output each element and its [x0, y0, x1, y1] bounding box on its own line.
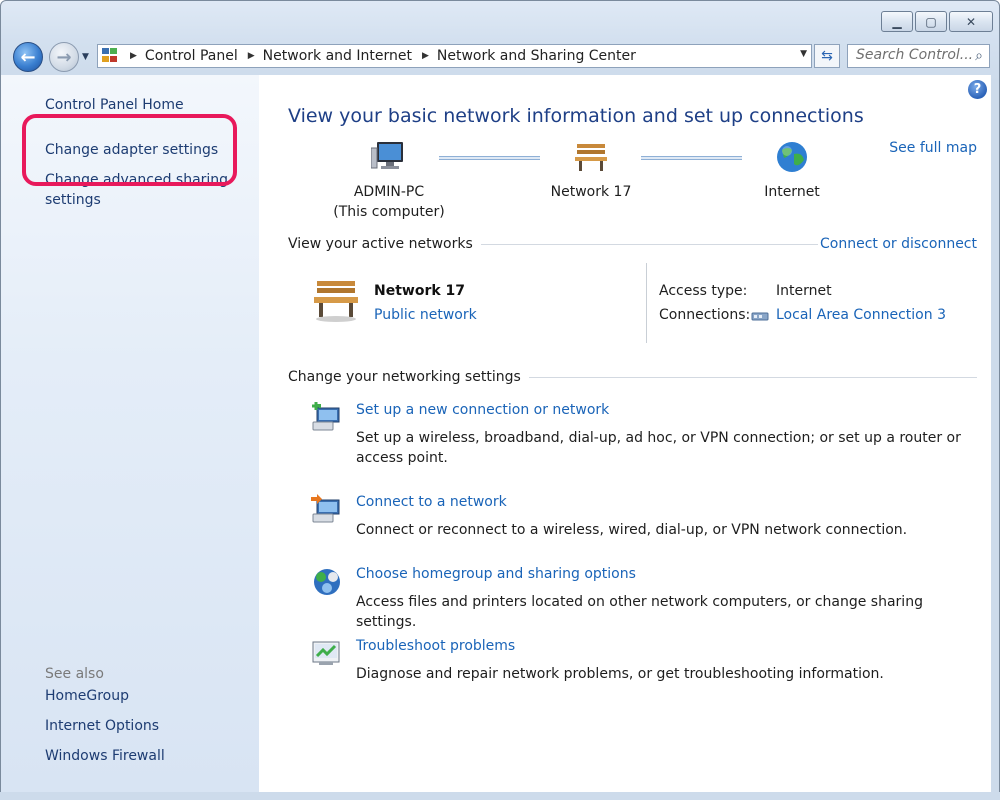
breadcrumb-separator-icon: ▶ — [130, 51, 137, 61]
map-node-sub: (This computer) — [333, 204, 445, 220]
see-full-map-link[interactable]: See full map — [889, 140, 977, 156]
setup-new-connection-link[interactable]: Set up a new connection or network — [356, 402, 609, 418]
map-node-name: Internet — [764, 184, 820, 200]
globe-icon — [774, 140, 810, 174]
computer-icon — [370, 140, 407, 174]
breadcrumb-network-and-internet[interactable]: Network and Internet — [263, 48, 412, 64]
breadcrumb-separator-icon: ▶ — [247, 51, 255, 61]
window-bottom-edge — [0, 792, 1000, 800]
map-node-computer[interactable]: ADMIN-PC (This computer) — [329, 140, 449, 222]
task-description: Diagnose and repair network problems, or… — [356, 666, 884, 682]
connect-to-network-link[interactable]: Connect to a network — [356, 494, 507, 510]
sidebar-change-advanced-sharing-settings[interactable]: Change advanced sharing settings — [45, 170, 235, 210]
access-type-label: Access type: — [659, 283, 748, 299]
sidebar: Control Panel Home Change adapter settin… — [1, 75, 259, 792]
access-type-value: Internet — [776, 283, 832, 299]
connect-network-icon — [311, 494, 343, 526]
local-area-connection-link[interactable]: Local Area Connection 3 — [776, 307, 946, 323]
back-arrow-icon: ← — [20, 46, 36, 68]
active-networks-title: View your active networks — [288, 236, 473, 252]
task-new-connection: Set up a new connection or network Set u… — [311, 402, 961, 472]
help-icon[interactable]: ? — [968, 80, 987, 99]
minimize-button[interactable]: ▁ — [881, 11, 913, 32]
network-adapter-icon — [750, 308, 772, 324]
bench-icon — [573, 140, 609, 174]
divider — [528, 376, 977, 378]
connections-label: Connections: — [659, 307, 751, 323]
task-description: Connect or reconnect to a wireless, wire… — [356, 522, 908, 538]
connect-or-disconnect-link[interactable]: Connect or disconnect — [820, 236, 977, 252]
sidebar-homegroup[interactable]: HomeGroup — [45, 688, 129, 704]
homegroup-sharing-link[interactable]: Choose homegroup and sharing options — [356, 566, 636, 582]
new-connection-icon — [311, 402, 343, 434]
title-bar: ▁ ▢ ✕ — [1, 1, 1000, 41]
networking-settings-header: Change your networking settings — [288, 369, 977, 385]
maximize-button[interactable]: ▢ — [915, 11, 947, 32]
address-bar[interactable]: ▶ Control Panel ▶ Network and Internet ▶… — [97, 44, 812, 68]
map-node-name: ADMIN-PC — [353, 184, 425, 200]
search-placeholder: Search Control... — [856, 47, 974, 63]
refresh-icon: ⇆ — [821, 48, 833, 64]
map-connection-line — [439, 156, 540, 160]
back-button[interactable]: ← — [13, 42, 43, 72]
task-homegroup: Choose homegroup and sharing options Acc… — [311, 566, 951, 630]
control-panel-icon — [102, 48, 120, 64]
breadcrumb-separator-icon: ▶ — [421, 51, 429, 61]
search-input[interactable]: Search Control... ⌕ — [847, 44, 990, 68]
close-button[interactable]: ✕ — [949, 11, 993, 32]
see-also-heading: See also — [45, 666, 104, 682]
refresh-button[interactable]: ⇆ — [814, 44, 840, 68]
forward-button[interactable]: → — [49, 42, 79, 72]
divider — [646, 263, 647, 343]
map-connection-line — [641, 156, 742, 160]
chevron-down-icon[interactable]: ▼ — [800, 49, 807, 59]
networking-settings-title: Change your networking settings — [288, 369, 521, 385]
forward-arrow-icon: → — [56, 46, 72, 68]
recent-pages-dropdown[interactable]: ▼ — [82, 52, 89, 62]
sidebar-control-panel-home[interactable]: Control Panel Home — [45, 97, 184, 113]
network-category-link[interactable]: Public network — [374, 307, 477, 323]
search-icon[interactable]: ⌕ — [975, 48, 983, 64]
map-node-network[interactable]: Network 17 — [531, 140, 651, 202]
map-node-name: Network 17 — [550, 184, 632, 200]
breadcrumb-network-sharing-center[interactable]: Network and Sharing Center — [437, 48, 636, 64]
page-title: View your basic network information and … — [288, 105, 864, 127]
divider — [480, 243, 818, 245]
homegroup-icon — [311, 566, 343, 598]
troubleshoot-icon — [311, 638, 343, 670]
task-troubleshoot: Troubleshoot problems Diagnose and repai… — [311, 638, 951, 688]
sidebar-change-adapter-settings[interactable]: Change adapter settings — [45, 142, 218, 158]
breadcrumb-control-panel[interactable]: Control Panel — [145, 48, 238, 64]
active-networks-header: View your active networks — [288, 236, 818, 252]
troubleshoot-problems-link[interactable]: Troubleshoot problems — [356, 638, 515, 654]
navigation-bar: ← → ▼ ▶ Control Panel ▶ Network and Inte… — [1, 39, 1000, 75]
sidebar-internet-options[interactable]: Internet Options — [45, 718, 159, 734]
main-content: ? View your basic network information an… — [259, 75, 991, 792]
map-node-internet[interactable]: Internet — [732, 140, 852, 202]
task-description: Access files and printers located on oth… — [356, 594, 923, 630]
active-network-name: Network 17 — [374, 283, 466, 299]
task-connect-network: Connect to a network Connect or reconnec… — [311, 494, 951, 544]
sidebar-windows-firewall[interactable]: Windows Firewall — [45, 748, 165, 764]
bench-icon — [311, 275, 361, 323]
window-controls: ▁ ▢ ✕ — [881, 11, 993, 32]
task-description: Set up a wireless, broadband, dial-up, a… — [356, 430, 961, 466]
